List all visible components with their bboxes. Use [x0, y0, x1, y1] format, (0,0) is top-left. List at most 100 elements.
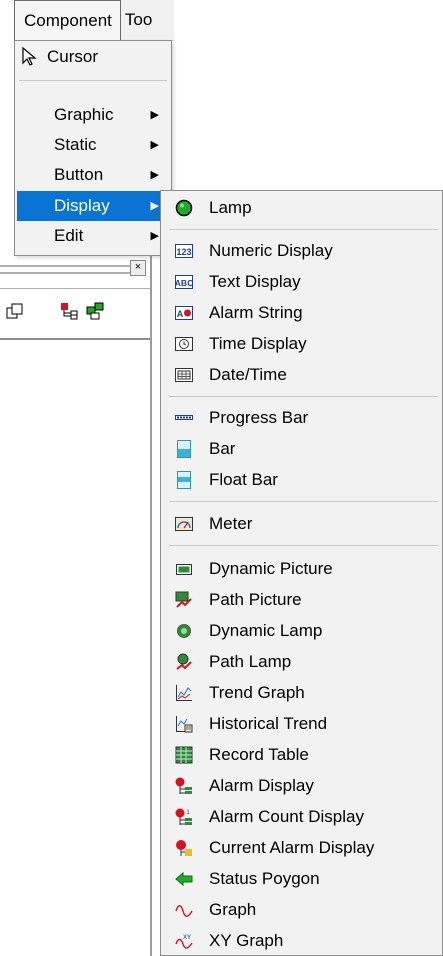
historical-trend-icon — [176, 716, 193, 733]
menu-item-bar[interactable]: Bar — [165, 434, 440, 464]
menu-item-text-display[interactable]: ABC Text Display — [165, 267, 440, 297]
progress-bar-icon — [175, 415, 193, 420]
menu-item-label: Graphic — [54, 105, 114, 124]
menu-item-current-alarm-display[interactable]: Current Alarm Display — [165, 833, 440, 863]
menu-item-edit[interactable]: Edit ▶ — [17, 221, 169, 251]
menu-component[interactable]: Component — [14, 0, 121, 40]
component-menu: Cursor Graphic ▶ Static ▶ Button ▶ Displ… — [14, 40, 172, 256]
menu-item-label: Path Lamp — [209, 652, 292, 671]
menu-item-label: XY Graph — [209, 931, 284, 950]
menu-item-label: Dynamic Lamp — [209, 621, 323, 640]
abc-icon: ABC — [175, 275, 193, 289]
svg-text:ABC: ABC — [175, 278, 193, 288]
menu-item-graph[interactable]: Graph — [165, 895, 440, 925]
menu-separator — [169, 396, 438, 397]
group-red-icon[interactable] — [60, 302, 78, 320]
menu-item-label: Alarm Count Display — [209, 807, 364, 826]
svg-text:A: A — [177, 309, 184, 319]
svg-text:123: 123 — [176, 247, 191, 257]
menu-item-label: Path Picture — [209, 590, 302, 609]
status-polygon-icon — [175, 871, 193, 887]
meter-icon — [175, 517, 193, 531]
menu-item-float-bar[interactable]: Float Bar — [165, 465, 440, 495]
menu-item-numeric-display[interactable]: 123 Numeric Display — [165, 236, 440, 266]
menu-item-path-lamp[interactable]: Path Lamp — [165, 647, 440, 677]
xy-graph-icon: XY — [175, 935, 193, 949]
svg-text:1: 1 — [186, 810, 190, 816]
menu-item-label: Static — [54, 135, 97, 154]
menu-item-label: Trend Graph — [209, 683, 305, 702]
menu-item-status-poygon[interactable]: Status Poygon — [165, 864, 440, 894]
menu-item-label: Bar — [209, 439, 236, 458]
menu-item-alarm-display[interactable]: Alarm Display — [165, 771, 440, 801]
submenu-arrow-icon: ▶ — [150, 139, 159, 151]
toolbar-top-line — [0, 288, 150, 289]
bar-icon — [177, 440, 191, 458]
graph-wave-icon — [175, 905, 193, 917]
menu-item-display[interactable]: Display ▶ — [17, 191, 169, 221]
menu-separator — [169, 229, 438, 230]
group-green-icon[interactable] — [86, 302, 104, 320]
123-icon: 123 — [175, 244, 193, 258]
panel-divider — [150, 256, 152, 956]
menu-item-button[interactable]: Button ▶ — [17, 160, 169, 190]
menubar: Component Too — [14, 0, 174, 41]
float-bar-icon — [177, 471, 191, 489]
alarm-display-icon — [175, 777, 192, 794]
a-bell-icon: A — [175, 306, 193, 320]
menu-item-label: Date/Time — [209, 365, 287, 384]
menu-item-graphic[interactable]: Graphic ▶ — [17, 100, 169, 130]
path-lamp-icon — [176, 653, 192, 670]
menu-item-label: Dynamic Picture — [209, 559, 333, 578]
menu-separator — [19, 80, 167, 81]
menu-tools[interactable]: Too — [121, 0, 160, 40]
menu-item-record-table[interactable]: Record Table — [165, 740, 440, 770]
menu-item-label: Numeric Display — [209, 241, 333, 260]
menu-item-label: Button — [54, 165, 104, 184]
menu-item-lamp[interactable]: Lamp — [165, 193, 440, 223]
menu-item-label: Progress Bar — [209, 408, 309, 427]
menu-item-alarm-string[interactable]: A Alarm String — [165, 298, 440, 328]
menu-item-alarm-count-display[interactable]: 1 Alarm Count Display — [165, 802, 440, 832]
menu-item-date-time[interactable]: Date/Time — [165, 360, 440, 390]
path-picture-icon — [175, 591, 192, 608]
menu-item-path-picture[interactable]: Path Picture — [165, 585, 440, 615]
menu-item-dynamic-picture[interactable]: Dynamic Picture — [165, 554, 440, 584]
bring-front-icon[interactable] — [6, 302, 24, 320]
menu-item-label: Historical Trend — [209, 714, 328, 733]
menu-item-label: Edit — [54, 226, 84, 245]
menu-item-meter[interactable]: Meter — [165, 509, 440, 539]
alarm-count-display-icon: 1 — [175, 808, 192, 825]
green-circle-icon — [175, 199, 193, 217]
menu-item-label: Cursor — [47, 47, 99, 66]
menu-item-time-display[interactable]: Time Display — [165, 329, 440, 359]
menu-item-historical-trend[interactable]: Historical Trend — [165, 709, 440, 739]
current-alarm-display-icon — [176, 840, 192, 856]
panel-close-icon[interactable]: × — [130, 260, 146, 276]
menu-item-progress-bar[interactable]: Progress Bar — [165, 403, 440, 433]
trend-graph-icon — [176, 685, 192, 701]
menu-item-xy-graph[interactable]: XY XY Graph — [165, 926, 440, 956]
display-submenu: Lamp 123 Numeric Display ABC Text Displa… — [160, 190, 443, 956]
menu-item-trend-graph[interactable]: Trend Graph — [165, 678, 440, 708]
menu-separator — [169, 545, 438, 546]
menu-item-label: Time Display — [209, 334, 307, 353]
menu-item-label: Current Alarm Display — [209, 838, 375, 857]
menu-item-label: Display — [54, 196, 110, 215]
menu-item-label: Record Table — [209, 745, 309, 764]
menu-item-label: Float Bar — [209, 470, 278, 489]
menu-item-cursor[interactable]: Cursor — [17, 42, 169, 72]
toolbar-bottom-line — [0, 338, 150, 340]
record-table-icon — [175, 746, 193, 764]
menu-separator — [169, 501, 438, 502]
menu-item-static[interactable]: Static ▶ — [17, 130, 169, 160]
menu-item-dynamic-lamp[interactable]: Dynamic Lamp — [165, 616, 440, 646]
calendar-icon — [175, 368, 193, 382]
dynamic-lamp-icon — [177, 624, 191, 638]
menu-item-label: Alarm Display — [209, 776, 314, 795]
toolbar-grip — [0, 272, 130, 274]
dynamic-picture-icon — [176, 564, 192, 575]
menu-item-label: Graph — [209, 900, 257, 919]
submenu-arrow-icon: ▶ — [150, 200, 159, 212]
menu-item-label: Alarm String — [209, 303, 303, 322]
